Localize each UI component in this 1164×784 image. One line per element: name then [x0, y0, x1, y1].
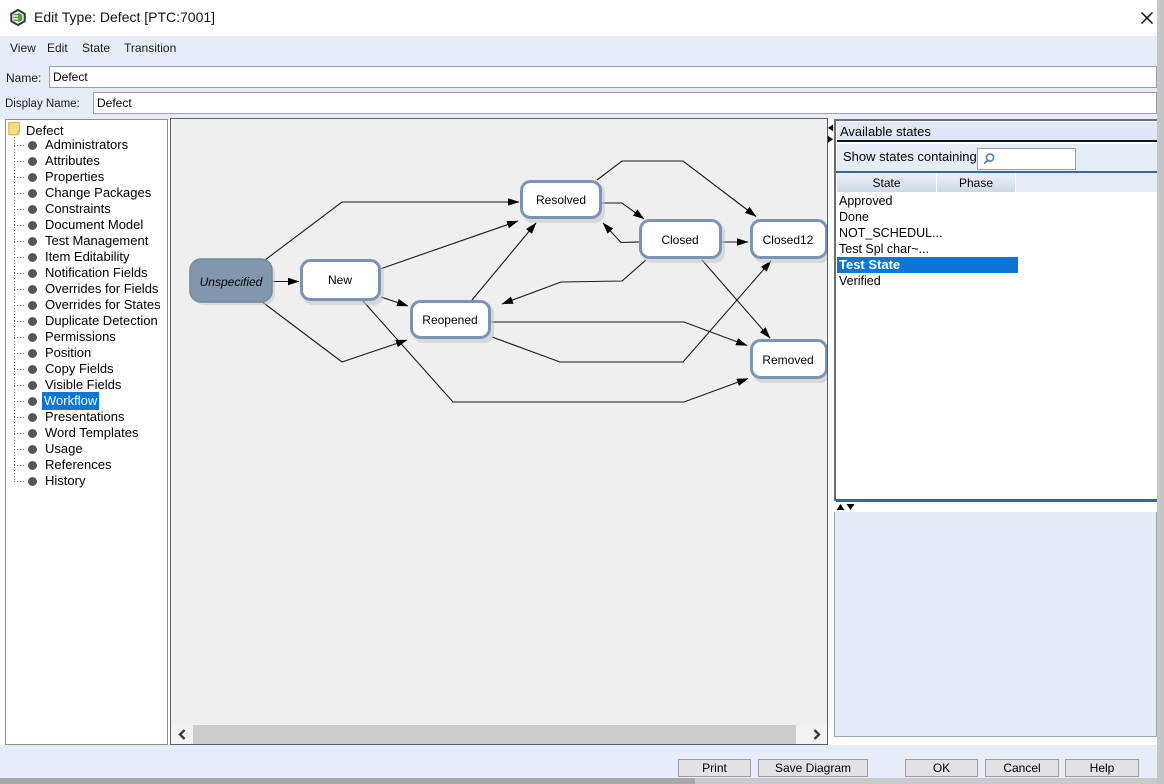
svg-text:Removed: Removed — [762, 353, 813, 367]
svg-text:Closed: Closed — [661, 233, 698, 247]
svg-text:Reopened: Reopened — [422, 313, 477, 327]
svg-text:Resolved: Resolved — [536, 193, 586, 207]
svg-text:Unspecified: Unspecified — [200, 275, 263, 289]
svg-text:Closed12: Closed12 — [763, 233, 814, 247]
svg-text:New: New — [328, 273, 352, 287]
